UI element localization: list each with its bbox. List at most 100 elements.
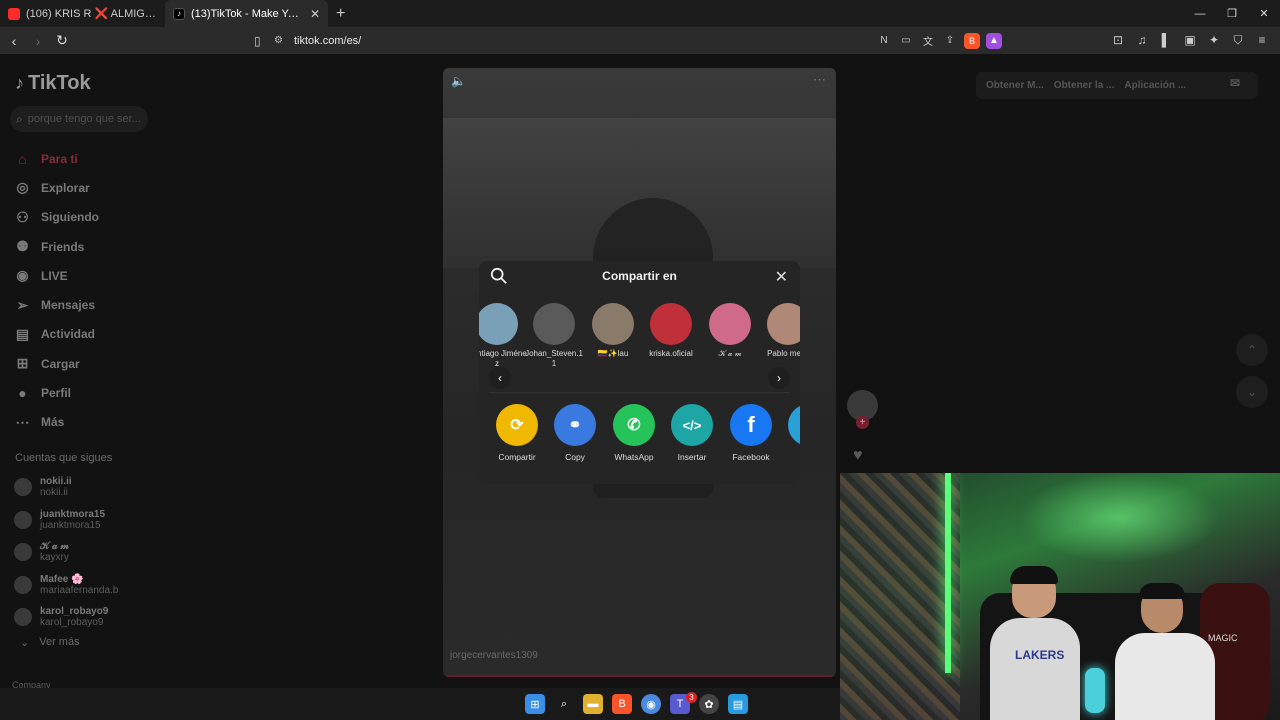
sidebar-icon[interactable]: ▌ [1156, 30, 1176, 50]
toolbar-right-icons: ⊡ ♫ ▌ ▣ ✦ ⛉ ≡ [1108, 30, 1272, 50]
minimize-button[interactable]: — [1184, 0, 1216, 27]
sidebar-item-siguiendo[interactable]: ⚇ Siguiendo [14, 203, 99, 232]
sidebar-item-perfil[interactable]: ● Perfil [14, 378, 99, 407]
windows-start-icon[interactable]: ⊞ [525, 694, 545, 714]
see-more-button[interactable]: ⌄ Ver más [20, 636, 80, 649]
chrome-icon[interactable]: ◉ [641, 694, 661, 714]
sidebar-item-cargar[interactable]: ⊞ Cargar [14, 349, 99, 378]
brave-shields-icon[interactable]: B [964, 32, 980, 49]
friend-name: kriska.oficial [649, 349, 693, 358]
wallet-icon[interactable]: ▣ [1180, 30, 1200, 50]
cast-icon[interactable]: ▭ [898, 33, 914, 49]
share-friend[interactable]: 🇨🇴✨lau [583, 303, 643, 359]
desktop-app-button[interactable]: Aplicación ... [1124, 80, 1186, 91]
vpn-icon[interactable]: ⛉ [1228, 30, 1248, 50]
sidebar-item-label: Friends [41, 239, 85, 254]
share-friend[interactable]: Johan_Steven.11 [524, 303, 584, 369]
tab-youtube[interactable]: (106) KRIS R ❌ ALMIGHTY ❌ HADES [0, 0, 165, 27]
share-friend[interactable]: Pablo mejia [758, 303, 800, 359]
following-item[interactable]: juanktmora15 juanktmora15 [14, 504, 118, 537]
sidebar-item-actividad[interactable]: ▤ Actividad [14, 320, 99, 349]
tiktok-note-icon: ♪ [15, 73, 24, 93]
share-telegram-button[interactable]: ➤ Te [783, 404, 800, 462]
sidebar-item-para-ti[interactable]: ⌂ Para ti [14, 144, 99, 173]
get-app-button[interactable]: Obtener la ... [1054, 80, 1115, 91]
inbox-icon[interactable]: ✉ [1230, 76, 1248, 94]
following-item[interactable]: 𝒦 𝒶 𝓂 kayxry [14, 536, 118, 569]
follow-plus-icon[interactable]: + [856, 416, 869, 429]
app-label: Facebook [732, 452, 770, 462]
back-button[interactable]: ‹ [4, 31, 24, 51]
taskbar-icons: ⊞ ⌕ ▬ B ◉ T ✿ ▤ [525, 694, 748, 714]
following-icon: ⚇ [16, 208, 29, 225]
avatar [767, 303, 800, 345]
tab-tiktok[interactable]: ♪ (13)TikTok - Make Your Day ✕ [165, 0, 328, 27]
scroll-left-button[interactable]: ‹ [489, 367, 511, 389]
settings-app-icon[interactable]: ✿ [699, 694, 719, 714]
scroll-right-button[interactable]: › [768, 367, 790, 389]
video-author[interactable]: jorgecervantes1309 [450, 650, 538, 661]
share-copy-button[interactable]: ⚭ Copy [549, 404, 601, 462]
avatar [592, 303, 634, 345]
following-item[interactable]: Mafee 🌸 mariaafernanda.b [14, 569, 118, 602]
brave-browser-icon[interactable]: B [612, 694, 632, 714]
restore-button[interactable]: ❐ [1216, 0, 1248, 27]
friend-name: 𝒦 𝒶 𝓂 [718, 349, 742, 358]
share-friend[interactable]: 𝒦 𝒶 𝓂 [700, 303, 760, 359]
menu-icon[interactable]: ≡ [1252, 30, 1272, 50]
share-friend[interactable]: kriska.oficial [641, 303, 701, 359]
new-tab-button[interactable]: + [328, 5, 353, 23]
sidebar-item-live[interactable]: ◉ LIVE [14, 261, 99, 290]
close-icon[interactable]: ✕ [775, 267, 788, 287]
volume-icon[interactable]: 🔈 [451, 74, 466, 88]
url-text[interactable]: tiktok.com/es/ [294, 35, 361, 47]
logo-text: TikTok [28, 72, 91, 94]
translate-icon[interactable]: 文 [920, 33, 936, 49]
more-options-icon[interactable]: ⋯ [813, 72, 826, 88]
address-bar[interactable]: ▯ ⚙ tiktok.com/es/ N ▭ 文 ⇪ B ▲ [254, 30, 1002, 51]
reload-button[interactable]: ↻ [52, 31, 72, 51]
following-item[interactable]: nokii.ii nokii.ii [14, 471, 118, 504]
video-progress-bar[interactable] [443, 675, 836, 677]
share-whatsapp-button[interactable]: ✆ WhatsApp [608, 404, 660, 462]
company-link[interactable]: Company [12, 680, 51, 688]
share-friend[interactable]: Santiago Jiménez [479, 303, 527, 369]
media-icon[interactable]: ♫ [1132, 30, 1152, 50]
heart-icon[interactable]: ♥ [853, 447, 863, 465]
more-icon: ⋯ [15, 413, 30, 430]
close-tab-icon[interactable]: ✕ [310, 7, 320, 21]
sidebar-item-label: Siguiendo [41, 210, 99, 225]
following-item[interactable]: karol_robayo9 karol_robayo9 [14, 601, 118, 634]
search-input[interactable]: ⌕ porque tengo que ser... [10, 106, 148, 132]
share-embed-button[interactable]: </> Insertar [666, 404, 718, 462]
next-video-button[interactable]: ⌄ [1236, 376, 1268, 408]
share-facebook-button[interactable]: f Facebook [725, 404, 777, 462]
close-window-button[interactable]: ✕ [1248, 0, 1280, 27]
file-explorer-icon[interactable]: ▬ [583, 694, 603, 714]
upload-icon: ⊞ [16, 355, 29, 372]
forward-button[interactable]: › [28, 31, 48, 51]
sidebar-item-explorar[interactable]: ◎ Explorar [14, 173, 99, 202]
following-username: kayxry [40, 552, 69, 564]
chevron-right-icon: › [777, 371, 781, 385]
bookmark-icon[interactable]: ▯ [254, 34, 274, 48]
screenshot-icon[interactable]: ⊡ [1108, 30, 1128, 50]
share-modal-title: Compartir en [602, 269, 677, 283]
reader-mode-icon[interactable]: N [876, 33, 892, 49]
brave-rewards-icon[interactable]: ▲ [986, 32, 1002, 49]
sidebar-item-mensajes[interactable]: ➢ Mensajes [14, 290, 99, 319]
share-icon[interactable]: ⇪ [942, 33, 958, 49]
sidebar-item-mas[interactable]: ⋯ Más [14, 408, 99, 437]
taskbar-search-icon[interactable]: ⌕ [554, 694, 574, 714]
share-compartir-button[interactable]: ⟳ Compartir [491, 404, 543, 462]
sidebar-item-label: Mensajes [41, 298, 96, 313]
site-info-icon[interactable]: ⚙ [274, 35, 294, 46]
sidebar-item-friends[interactable]: ⚉ Friends [14, 232, 99, 261]
friend-name: 🇨🇴✨lau [597, 349, 629, 358]
previous-video-button[interactable]: ⌃ [1236, 334, 1268, 366]
notepad-icon[interactable]: ▤ [728, 694, 748, 714]
live-icon: ◉ [16, 267, 29, 284]
tiktok-logo[interactable]: ♪ TikTok [15, 72, 91, 95]
get-coins-button[interactable]: Obtener M... [986, 80, 1044, 91]
leo-icon[interactable]: ✦ [1204, 30, 1224, 50]
